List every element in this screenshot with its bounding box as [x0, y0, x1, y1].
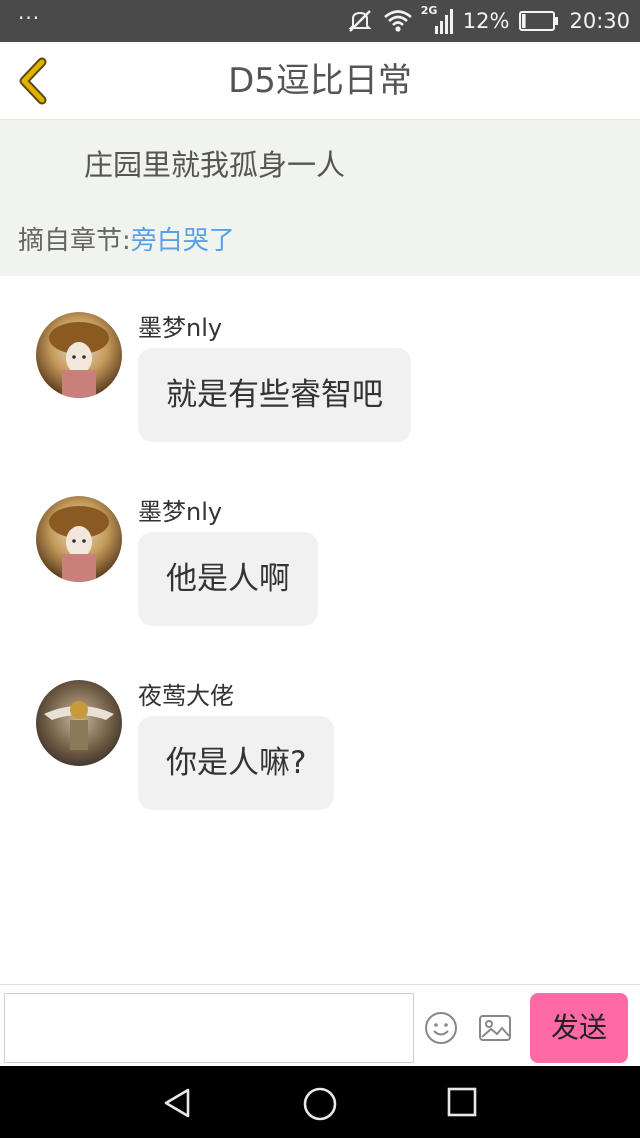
- sender-name: 墨梦nly: [138, 498, 223, 526]
- message-item: 墨梦nly 他是人啊: [0, 490, 640, 630]
- wifi-icon: [383, 8, 413, 34]
- message-item: 墨梦nly 就是有些睿智吧: [0, 306, 640, 446]
- image-icon: [479, 1015, 511, 1041]
- message-item: 夜莺大佬 你是人嘛?: [0, 674, 640, 814]
- status-right: 2G 12% 20:30: [347, 0, 630, 42]
- chapter-link[interactable]: 旁白哭了: [131, 226, 235, 256]
- sender-name: 墨梦nly: [138, 314, 223, 342]
- quote-panel: 庄园里就我孤身一人 摘自章节:旁白哭了: [0, 120, 640, 276]
- quote-text: 庄园里就我孤身一人: [84, 148, 346, 182]
- home-circle-icon[interactable]: [302, 1086, 338, 1122]
- mute-icon: [347, 8, 373, 34]
- network-type: 2G: [420, 4, 438, 17]
- status-time: 20:30: [569, 9, 630, 33]
- avatar[interactable]: [36, 680, 122, 766]
- signal-icon: 2G: [420, 4, 453, 36]
- battery-icon: [519, 10, 559, 32]
- source-label: 摘自章节:: [18, 226, 131, 256]
- avatar[interactable]: [36, 312, 122, 398]
- sender-name: 夜莺大佬: [138, 682, 234, 710]
- send-button[interactable]: 发送: [530, 993, 628, 1063]
- navigation-bar: [0, 1066, 640, 1138]
- quote-source: 摘自章节:旁白哭了: [18, 220, 235, 257]
- recents-square-icon[interactable]: [446, 1086, 478, 1118]
- message-bubble[interactable]: 他是人啊: [138, 532, 318, 626]
- emoji-icon: [425, 1012, 457, 1044]
- header: D5逗比日常: [0, 42, 640, 120]
- back-triangle-icon[interactable]: [160, 1086, 194, 1120]
- message-input[interactable]: [4, 993, 414, 1063]
- message-bubble[interactable]: 就是有些睿智吧: [138, 348, 411, 442]
- status-dots: ···: [18, 6, 41, 30]
- battery-percent: 12%: [462, 9, 510, 33]
- emoji-button[interactable]: [424, 1011, 458, 1045]
- input-bar: 发送: [0, 984, 640, 1066]
- image-button[interactable]: [478, 1013, 512, 1043]
- status-bar: ··· 2G 12% 20:30: [0, 0, 640, 42]
- page-title: D5逗比日常: [228, 61, 412, 101]
- message-bubble[interactable]: 你是人嘛?: [138, 716, 335, 810]
- avatar[interactable]: [36, 496, 122, 582]
